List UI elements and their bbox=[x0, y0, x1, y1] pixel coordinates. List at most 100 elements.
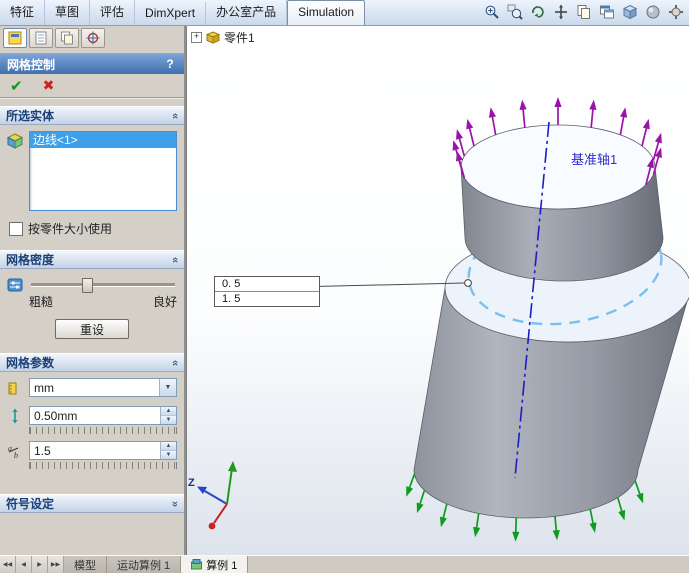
checkbox-label: 按零件大小使用 bbox=[28, 222, 113, 236]
chevron-up-icon[interactable]: « bbox=[169, 112, 181, 118]
copy-icon[interactable] bbox=[574, 2, 594, 22]
confirm-bar: ✔ ✖ bbox=[0, 74, 184, 99]
zoom-window-icon[interactable] bbox=[505, 2, 525, 22]
tab-features[interactable]: 特征 bbox=[0, 0, 46, 25]
tree-expand-icon[interactable]: + bbox=[191, 32, 202, 43]
menubar: 特征 草图 评估 DimXpert 办公室产品 Simulation bbox=[0, 0, 689, 26]
chevron-up-icon[interactable]: « bbox=[169, 359, 181, 365]
svg-text:b: b bbox=[14, 451, 18, 459]
window-cascade-icon[interactable] bbox=[597, 2, 617, 22]
tab-scroll-prev-icon[interactable]: ◀ bbox=[16, 556, 32, 573]
group-header-symbol-settings[interactable]: 符号设定 « bbox=[0, 494, 184, 513]
tab-label: 模型 bbox=[74, 559, 96, 572]
page-title: 网格控制 bbox=[7, 57, 56, 72]
group-header-selected-entities[interactable]: 所选实体 « bbox=[0, 106, 184, 125]
fine-label: 良好 bbox=[152, 295, 177, 309]
coarse-label: 粗糙 bbox=[29, 295, 54, 309]
study-icon bbox=[191, 559, 203, 570]
callout-size-value: 0. 5 bbox=[222, 278, 241, 290]
tab-simulation[interactable]: Simulation bbox=[287, 0, 366, 25]
spin-down-icon[interactable]: ▼ bbox=[161, 416, 176, 424]
selected-entities-list[interactable]: 边线<1> bbox=[29, 131, 177, 211]
graphics-viewport[interactable]: 基准轴1 Z + 零件1 0. 5 1. 5 bbox=[186, 26, 689, 556]
view-orientation-icon[interactable] bbox=[620, 2, 640, 22]
list-item-edge[interactable]: 边线<1> bbox=[30, 132, 176, 148]
mesh-size-icon bbox=[7, 406, 29, 427]
spin-down-icon[interactable]: ▼ bbox=[161, 451, 176, 459]
triad-y-arrow bbox=[228, 461, 237, 472]
tab-sketch[interactable]: 草图 bbox=[45, 0, 91, 25]
mesh-control-callout[interactable]: 0. 5 1. 5 bbox=[214, 276, 320, 307]
mesh-parameters-body: mm ▼ 0.50mm ▲ ▼ ab 1.5 ▲ ▼ bbox=[0, 372, 184, 480]
chevron-up-icon[interactable]: « bbox=[169, 256, 181, 262]
tab-evaluate[interactable]: 评估 bbox=[90, 0, 136, 25]
group-header-mesh-density[interactable]: 网格密度 « bbox=[0, 250, 184, 269]
sensor-target-tab[interactable] bbox=[81, 28, 105, 48]
propertymanager-tab[interactable] bbox=[3, 28, 27, 48]
ratio-ticks[interactable] bbox=[29, 462, 177, 469]
unit-ruler-icon bbox=[7, 378, 29, 399]
ratio-spinner[interactable]: 1.5 ▲ ▼ bbox=[29, 441, 177, 460]
density-slider[interactable] bbox=[29, 277, 177, 293]
mesh-density-body: 粗糙 良好 重设 bbox=[0, 269, 184, 346]
spin-up-icon[interactable]: ▲ bbox=[161, 442, 176, 451]
ratio-icon: ab bbox=[7, 441, 29, 462]
unit-value: mm bbox=[34, 381, 54, 395]
use-per-part-size-row: 按零件大小使用 bbox=[9, 220, 177, 237]
mesh-size-ticks[interactable] bbox=[29, 427, 177, 434]
tab-dimxpert[interactable]: DimXpert bbox=[135, 2, 207, 25]
mesh-size-spinner[interactable]: 0.50mm ▲ ▼ bbox=[29, 406, 177, 425]
chevron-down-icon[interactable]: « bbox=[169, 500, 181, 506]
group-title: 网格密度 bbox=[6, 253, 55, 267]
unit-combobox[interactable]: mm ▼ bbox=[29, 378, 177, 397]
triad-z-label: Z bbox=[188, 477, 195, 489]
feature-tree-overlay: + 零件1 bbox=[191, 29, 255, 46]
spin-up-icon[interactable]: ▲ bbox=[161, 407, 176, 416]
callout-ratio-value: 1. 5 bbox=[215, 291, 319, 306]
panel-tab-strip bbox=[0, 26, 184, 54]
group-title: 符号设定 bbox=[6, 497, 55, 511]
featuremanager-tab[interactable] bbox=[29, 28, 53, 48]
tab-motion-study[interactable]: 运动算例 1 bbox=[107, 556, 182, 573]
tab-label: 运动算例 1 bbox=[117, 559, 171, 572]
group-title: 网格参数 bbox=[6, 356, 55, 370]
view-toolbar bbox=[482, 2, 689, 25]
mesh-density-slider-area: 粗糙 良好 bbox=[29, 275, 177, 310]
part-icon bbox=[206, 31, 220, 44]
group-header-mesh-parameters[interactable]: 网格参数 « bbox=[0, 353, 184, 372]
tab-office-products[interactable]: 办公室产品 bbox=[206, 0, 288, 25]
tab-simulation-study[interactable]: 算例 1 bbox=[181, 556, 249, 573]
tab-scroll-last-icon[interactable]: ▶▶ bbox=[48, 556, 64, 573]
small-cylinder-top-face[interactable] bbox=[460, 124, 656, 210]
configuration-tab[interactable] bbox=[55, 28, 79, 48]
tab-scroll-first-icon[interactable]: ◀◀ bbox=[0, 556, 16, 573]
dropdown-arrow-icon[interactable]: ▼ bbox=[159, 379, 176, 396]
tree-item-part[interactable]: 零件1 bbox=[224, 29, 255, 46]
density-slider-handle[interactable] bbox=[82, 278, 94, 293]
callout-anchor-point[interactable] bbox=[464, 279, 472, 287]
ratio-value: 1.5 bbox=[34, 444, 51, 458]
checkbox[interactable] bbox=[9, 221, 23, 236]
rotate-view-icon[interactable] bbox=[528, 2, 548, 22]
mesh-density-icon bbox=[7, 275, 29, 296]
help-icon[interactable]: ? bbox=[163, 57, 177, 71]
display-style-icon[interactable] bbox=[643, 2, 663, 22]
reset-button[interactable]: 重设 bbox=[55, 319, 129, 339]
cancel-x-icon[interactable]: ✖ bbox=[43, 77, 55, 94]
group-title: 所选实体 bbox=[6, 109, 55, 123]
tab-scroll-next-icon[interactable]: ▶ bbox=[32, 556, 48, 573]
options-icon[interactable] bbox=[666, 2, 686, 22]
selected-entities-body: 边线<1> 按零件大小使用 bbox=[0, 125, 184, 243]
tab-label: 算例 1 bbox=[206, 559, 238, 572]
ok-check-icon[interactable]: ✔ bbox=[10, 77, 23, 95]
triad-z-arrow bbox=[197, 486, 207, 494]
tab-model[interactable]: 模型 bbox=[64, 556, 107, 573]
study-tab-bar: ◀◀ ◀ ▶ ▶▶ 模型 运动算例 1 算例 1 bbox=[0, 555, 689, 573]
orientation-triad: Z bbox=[188, 461, 237, 530]
entity-cube-icon bbox=[6, 131, 29, 152]
pan-icon[interactable] bbox=[551, 2, 571, 22]
propertymanager-title-bar: 网格控制 ? bbox=[0, 54, 184, 74]
property-manager-panel: 网格控制 ? ✔ ✖ 所选实体 « 边线<1> 按零件大小使用 网格密度 « 粗… bbox=[0, 26, 186, 556]
datum-axis-label[interactable]: 基准轴1 bbox=[570, 151, 619, 169]
zoom-in-icon[interactable] bbox=[482, 2, 502, 22]
